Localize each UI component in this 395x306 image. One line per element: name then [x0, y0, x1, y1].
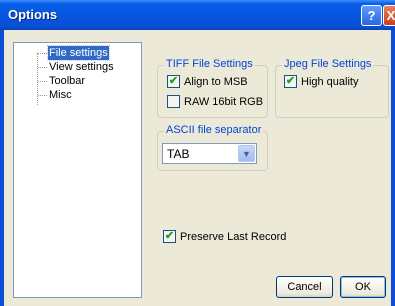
help-button[interactable]: ? — [361, 5, 382, 26]
ascii-separator-value: TAB — [167, 147, 190, 161]
tiff-settings-group: TIFF File Settings — [157, 58, 268, 118]
tree-item-view-settings[interactable]: View settings — [48, 60, 115, 74]
tree-item-file-settings[interactable]: File settings — [47, 45, 110, 61]
check-icon[interactable]: ✔ — [284, 75, 297, 88]
jpeg-settings-group: Jpeg File Settings — [275, 58, 389, 118]
align-msb-option[interactable]: ✔ Align to MSB — [167, 75, 248, 88]
tree-connector — [37, 53, 38, 105]
close-button[interactable]: X — [383, 5, 395, 26]
window-title: Options — [8, 7, 58, 22]
cancel-button[interactable]: Cancel — [276, 276, 333, 298]
jpeg-settings-legend: Jpeg File Settings — [282, 58, 374, 70]
ascii-separator-legend: ASCII file separator — [164, 124, 264, 136]
tree-item-toolbar[interactable]: Toolbar — [48, 74, 86, 88]
raw16-option[interactable]: ✔ RAW 16bit RGB — [167, 95, 263, 108]
chevron-down-icon[interactable]: ▼ — [238, 145, 255, 162]
align-msb-label: Align to MSB — [184, 75, 248, 88]
preserve-last-record-option[interactable]: ✔ Preserve Last Record — [163, 230, 286, 243]
checkbox-empty-icon[interactable]: ✔ — [167, 95, 180, 108]
ok-button[interactable]: OK — [340, 276, 386, 298]
ascii-separator-select[interactable]: TAB ▼ — [162, 143, 257, 164]
tree-connector — [38, 81, 47, 82]
check-icon[interactable]: ✔ — [163, 230, 176, 243]
preserve-last-record-label: Preserve Last Record — [180, 230, 287, 243]
tree-item-misc[interactable]: Misc — [48, 88, 73, 102]
tree-connector — [38, 67, 47, 68]
raw16-label: RAW 16bit RGB — [184, 95, 264, 108]
tiff-settings-legend: TIFF File Settings — [164, 58, 255, 70]
title-bar[interactable]: Options ? X — [0, 0, 395, 30]
tree-connector — [38, 95, 47, 96]
tree-connector — [38, 53, 47, 54]
window-border-right — [391, 30, 395, 306]
window-border-left — [0, 30, 4, 306]
settings-tree[interactable]: File settings View settings Toolbar Misc — [13, 42, 142, 298]
high-quality-label: High quality — [301, 75, 359, 88]
check-icon[interactable]: ✔ — [167, 75, 180, 88]
options-dialog: Options ? X File settings View settings … — [0, 0, 395, 306]
high-quality-option[interactable]: ✔ High quality — [284, 75, 358, 88]
